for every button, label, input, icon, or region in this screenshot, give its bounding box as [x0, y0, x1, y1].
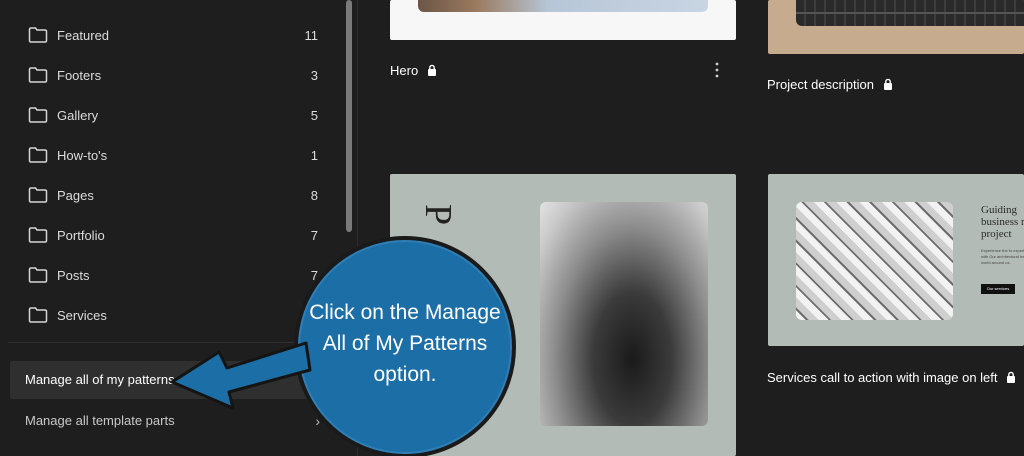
sidebar-item-portfolio[interactable]: Portfolio 7 [0, 216, 340, 256]
manage-template-parts-label: Manage all template parts [25, 413, 175, 428]
folder-icon [28, 67, 48, 83]
sidebar-item-services[interactable]: Services [0, 296, 340, 336]
category-label: How-to's [57, 148, 108, 163]
pattern-preview-hero[interactable] [390, 0, 736, 40]
folder-icon [28, 107, 48, 123]
category-label: Posts [57, 268, 90, 283]
pattern-preview-services-cta[interactable]: Guiding business n project Experience th… [768, 174, 1024, 346]
category-label: Portfolio [57, 228, 105, 243]
preview-heading: Guiding business n project [981, 204, 1024, 240]
category-count: 11 [304, 28, 319, 43]
sidebar-scrollbar[interactable] [346, 0, 352, 232]
sidebar-item-posts[interactable]: Posts 7 [0, 256, 340, 296]
sidebar-item-pages[interactable]: Pages 8 [0, 176, 340, 216]
folder-icon [28, 187, 48, 203]
sidebar-item-footers[interactable]: Footers 3 [0, 56, 340, 96]
pattern-title-project-description: Project description [767, 77, 894, 92]
folder-icon [28, 227, 48, 243]
category-count: 7 [310, 228, 318, 243]
preview-button: Our services [981, 284, 1015, 294]
lock-icon [1007, 371, 1016, 383]
project-preview-image [796, 0, 1024, 26]
category-count: 8 [310, 188, 318, 203]
hero-preview-image [418, 0, 708, 12]
category-label: Services [57, 308, 107, 323]
sidebar-item-featured[interactable]: Featured 11 [0, 16, 340, 56]
callout-text: Click on the Manage All of My Patterns o… [309, 301, 501, 386]
cubes-preview-image [796, 202, 953, 320]
folder-icon [28, 27, 48, 43]
pattern-title-hero: Hero [390, 63, 438, 78]
sidebar-item-gallery[interactable]: Gallery 5 [0, 96, 340, 136]
folder-icon [28, 267, 48, 283]
folder-icon [28, 307, 48, 323]
lock-icon [427, 64, 436, 76]
category-label: Pages [57, 188, 94, 203]
pattern-preview-project-description[interactable] [768, 0, 1024, 54]
lock-icon [883, 78, 892, 90]
pattern-title-text: Project description [767, 77, 874, 92]
category-count: 1 [310, 148, 318, 163]
pattern-title-text: Hero [390, 63, 419, 78]
preview-letter: P [417, 204, 459, 226]
pattern-title-services-cta: Services call to action with image on le… [767, 370, 1017, 385]
category-count: 5 [310, 108, 318, 123]
category-label: Featured [57, 28, 110, 43]
folder-icon [28, 147, 48, 163]
manage-all-patterns-label: Manage all of my patterns [25, 372, 175, 387]
more-options-icon[interactable] [714, 62, 720, 78]
sidebar-item-how-tos[interactable]: How-to's 1 [0, 136, 340, 176]
category-label: Footers [57, 68, 102, 83]
architecture-preview-image [540, 202, 708, 426]
preview-body: Experience the fu expertise with Our arc… [981, 248, 1024, 265]
manage-template-parts-button[interactable]: Manage all template parts › [10, 402, 340, 440]
category-label: Gallery [57, 108, 99, 123]
manage-all-patterns-button[interactable]: Manage all of my patterns [10, 361, 340, 399]
category-count: 3 [310, 68, 318, 83]
pattern-title-text: Services call to action with image on le… [767, 370, 998, 385]
